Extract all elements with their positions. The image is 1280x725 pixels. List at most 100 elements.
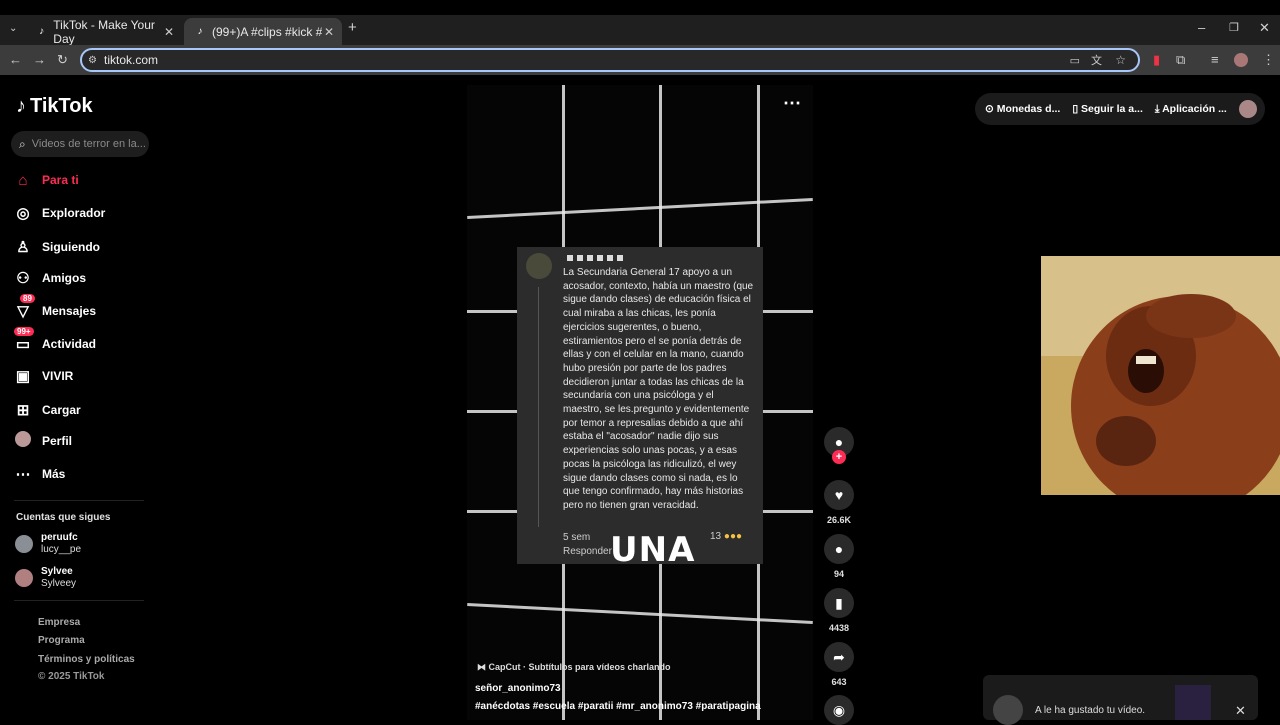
tiktok-favicon-icon: ♪ bbox=[39, 26, 45, 37]
nav-label: Amigos bbox=[42, 271, 87, 285]
home-icon: ⌂ bbox=[18, 171, 28, 189]
creator-avatar-button[interactable]: ● + bbox=[823, 427, 855, 464]
nav-cargar[interactable]: ⊞ Cargar bbox=[14, 400, 81, 420]
reload-icon[interactable]: ↻ bbox=[57, 52, 68, 68]
url-text: tiktok.com bbox=[104, 53, 159, 67]
footer-link-terminos[interactable]: Términos y políticas bbox=[38, 654, 135, 665]
share-count: 643 bbox=[831, 677, 847, 687]
following-item[interactable]: Sylvee Sylveey bbox=[15, 566, 76, 590]
nav-label: Explorador bbox=[42, 206, 106, 220]
activity-badge: 99+ bbox=[14, 327, 34, 336]
video-hashtags[interactable]: #anécdotas #escuela #paratii #mr_anonimo… bbox=[475, 701, 761, 712]
follow-plus-icon[interactable]: + bbox=[832, 450, 846, 464]
nav-perfil[interactable]: Perfil bbox=[14, 431, 72, 451]
footer-link-empresa[interactable]: Empresa bbox=[38, 617, 80, 628]
close-icon[interactable]: ✕ bbox=[1259, 20, 1270, 36]
back-icon[interactable]: ← bbox=[9, 52, 22, 68]
following-handle: lucy__pe bbox=[41, 544, 82, 555]
close-icon[interactable]: ✕ bbox=[1235, 703, 1246, 719]
notification-text: A le ha gustado tu vídeo. bbox=[1035, 705, 1146, 716]
sidebar-divider bbox=[14, 600, 144, 601]
like-count: 26.6K bbox=[826, 515, 852, 525]
tab-search-icon[interactable]: ⌄ bbox=[9, 21, 17, 37]
orangutan-meme-image bbox=[1041, 256, 1280, 495]
nav-label: Para ti bbox=[42, 173, 79, 187]
share-button[interactable]: ➦ 643 bbox=[823, 642, 855, 687]
nav-siguiendo[interactable]: ♙ Siguiendo bbox=[14, 237, 100, 257]
search-icon: ⌕ bbox=[19, 136, 26, 151]
save-button[interactable]: ▮ 4438 bbox=[823, 588, 855, 633]
extension-red-icon[interactable]: ▮ bbox=[1153, 52, 1160, 68]
capcut-label[interactable]: ⧓ CapCut · Subtítulos para vídeos charla… bbox=[477, 662, 671, 673]
following-name: peruufc bbox=[41, 532, 78, 543]
video-grid-line bbox=[467, 197, 813, 220]
profile-avatar-icon[interactable] bbox=[1234, 53, 1248, 67]
reading-list-icon[interactable]: ≡ bbox=[1211, 52, 1219, 68]
notification-toast[interactable]: A le ha gustado tu vídeo. ✕ bbox=[983, 675, 1258, 725]
forward-icon[interactable]: → bbox=[33, 52, 46, 68]
nav-mensajes[interactable]: ▽ 89 Mensajes bbox=[14, 294, 97, 321]
app-label: Aplicación ... bbox=[1162, 102, 1227, 115]
notification-avatar bbox=[993, 695, 1023, 725]
messages-icon: ▽ 89 bbox=[14, 294, 35, 320]
redacted-username bbox=[567, 255, 625, 261]
nav-label: VIVIR bbox=[42, 369, 74, 383]
comment-time: 5 sem bbox=[563, 532, 591, 543]
music-disc-icon: ◉ bbox=[824, 695, 854, 725]
share-icon: ➦ bbox=[824, 642, 854, 672]
tiktok-page: ♪ TikTok ⌕ Videos de terror en la... ⌂ P… bbox=[0, 75, 1280, 725]
extensions-icon[interactable]: ⧉ bbox=[1176, 52, 1185, 68]
tab-tiktok-home[interactable]: ♪ TikTok - Make Your Day ✕ bbox=[26, 18, 182, 46]
address-bar[interactable]: ⚙ tiktok.com ▭ 文 ☆ bbox=[80, 48, 1140, 72]
nav-explorador[interactable]: ◎ Explorador bbox=[14, 203, 105, 223]
browser-tab-strip: ⌄ ♪ TikTok - Make Your Day ✕ ♪ (99+)A #c… bbox=[0, 15, 1280, 46]
copyright: © 2025 TikTok bbox=[38, 671, 105, 682]
comment-reactions: 13 ●●● bbox=[710, 531, 742, 542]
following-item[interactable]: peruufc lucy__pe bbox=[15, 532, 81, 556]
new-tab-button[interactable]: + bbox=[348, 20, 357, 36]
coins-button[interactable]: ⊙ Monedas d... bbox=[985, 103, 1060, 115]
coin-icon: ⊙ bbox=[985, 103, 994, 115]
minimize-icon[interactable]: – bbox=[1198, 20, 1205, 36]
close-tab-icon[interactable]: ✕ bbox=[324, 25, 334, 39]
nav-label: Actividad bbox=[42, 337, 97, 351]
follow-creator-button[interactable]: ▯ Seguir la a... bbox=[1072, 103, 1143, 115]
capcut-text: CapCut · Subtítulos para vídeos charland… bbox=[488, 662, 671, 672]
tab-active-video[interactable]: ♪ (99+)A #clips #kick #foryou ✕ bbox=[184, 18, 342, 45]
app-download-button[interactable]: ⤓ Aplicación ... bbox=[1155, 103, 1227, 116]
nav-label: Cargar bbox=[42, 403, 81, 417]
footer-link-programa[interactable]: Programa bbox=[38, 635, 85, 646]
cast-icon[interactable]: ▭ bbox=[1070, 54, 1080, 67]
comment-screenshot-card: La Secundaria General 17 apoyo a un acos… bbox=[517, 247, 763, 564]
nav-label: Mensajes bbox=[42, 304, 97, 318]
video-caption-overlay: UNA bbox=[610, 530, 696, 570]
orangutan-illustration bbox=[1041, 256, 1280, 495]
nav-mas[interactable]: ⋯ Más bbox=[14, 464, 66, 484]
following-title: Cuentas que sigues bbox=[16, 512, 111, 523]
live-icon: ▣ bbox=[15, 368, 31, 385]
site-info-icon[interactable]: ⚙ bbox=[88, 55, 97, 66]
comment-button[interactable]: ● 94 bbox=[823, 534, 855, 579]
nav-vivir[interactable]: ▣ VIVIR bbox=[14, 366, 73, 386]
restore-icon[interactable]: ❐ bbox=[1229, 20, 1239, 36]
tiktok-favicon-icon: ♪ bbox=[197, 26, 203, 37]
nav-para-ti[interactable]: ⌂ Para ti bbox=[14, 170, 79, 190]
activity-icon: ▭ 99+ bbox=[14, 327, 34, 353]
search-input[interactable]: ⌕ Videos de terror en la... bbox=[11, 131, 149, 157]
avatar bbox=[15, 535, 33, 553]
nav-label: Perfil bbox=[42, 434, 73, 448]
download-icon: ⤓ bbox=[1154, 102, 1160, 115]
tiktok-note-icon: ♪ bbox=[16, 95, 26, 117]
tiktok-logo[interactable]: ♪ TikTok bbox=[16, 95, 93, 118]
close-tab-icon[interactable]: ✕ bbox=[164, 25, 174, 39]
chrome-menu-icon[interactable]: ⋮ bbox=[1262, 52, 1275, 68]
video-author[interactable]: señor_anonimo73 bbox=[475, 683, 561, 694]
like-button[interactable]: ♥ 26.6K bbox=[823, 480, 855, 525]
nav-actividad[interactable]: ▭ 99+ Actividad bbox=[14, 327, 97, 354]
user-avatar[interactable] bbox=[1238, 100, 1257, 118]
more-options-icon[interactable]: ⋯ bbox=[783, 93, 801, 114]
bookmark-star-icon[interactable]: ☆ bbox=[1115, 53, 1126, 67]
nav-amigos[interactable]: ⚇ Amigos bbox=[14, 268, 86, 288]
sound-disc-button[interactable]: ◉ bbox=[823, 695, 855, 725]
translate-icon[interactable]: 文 bbox=[1091, 52, 1102, 68]
